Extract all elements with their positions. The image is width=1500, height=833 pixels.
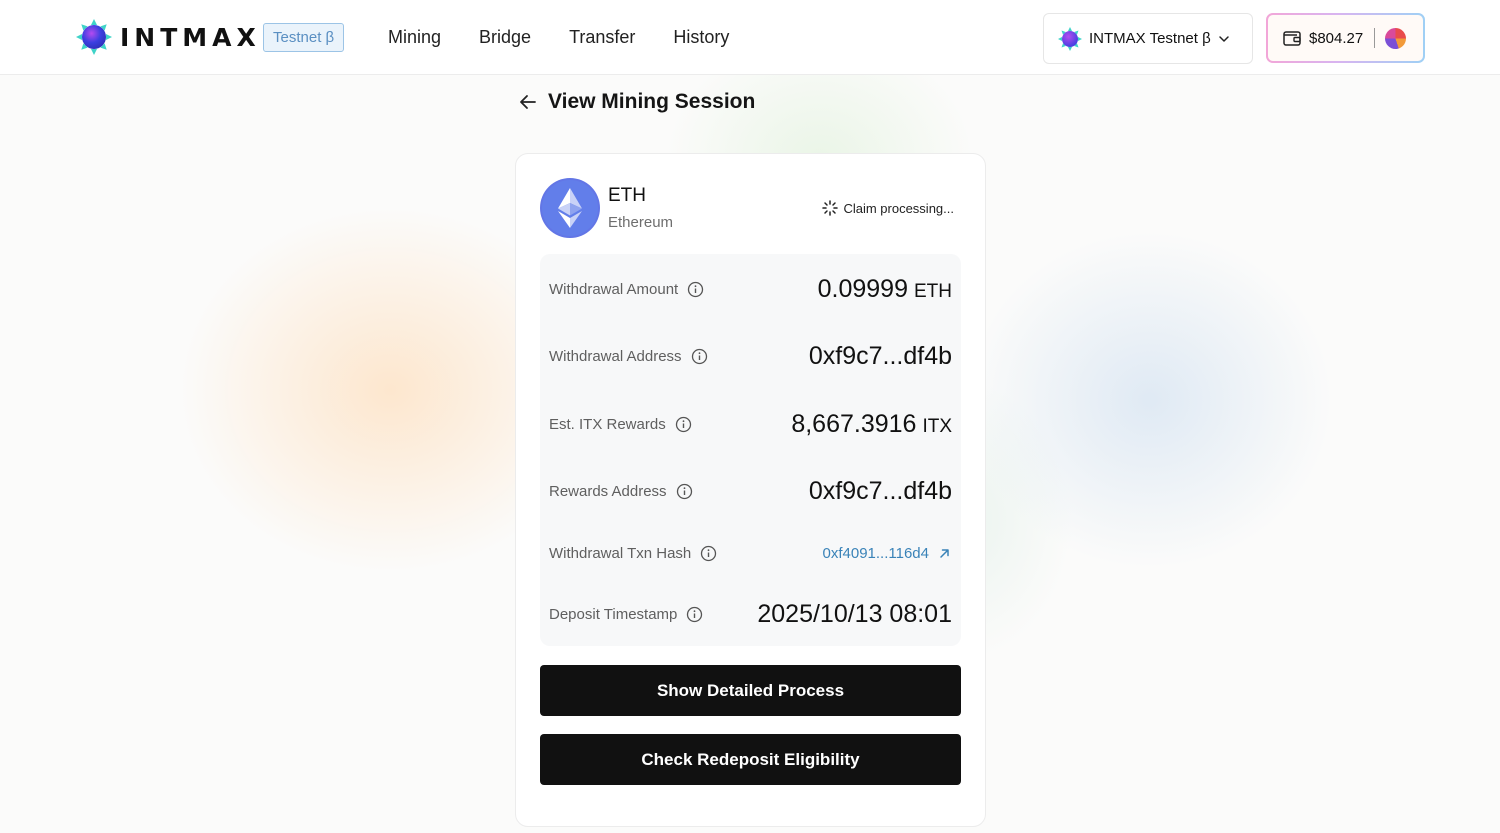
testnet-badge: Testnet β [263, 23, 345, 52]
info-icon[interactable] [675, 416, 692, 433]
row-withdrawal-amount: Withdrawal Amount 0.09999 ETH [549, 274, 952, 304]
wallet-button[interactable]: $804.27 [1266, 13, 1425, 63]
top-nav-bar: INTMAX Testnet β Mining Bridge Transfer … [0, 0, 1500, 75]
info-icon[interactable] [676, 483, 693, 500]
withdrawal-address-label-text: Withdrawal Address [549, 347, 682, 365]
withdrawal-amount-number: 0.09999 [817, 274, 908, 303]
show-detailed-process-button[interactable]: Show Detailed Process [540, 665, 961, 716]
est-rewards-number: 8,667.3916 [791, 409, 917, 438]
network-selector[interactable]: INTMAX Testnet β [1043, 13, 1253, 64]
intmax-network-icon [1058, 26, 1082, 51]
withdrawal-amount-label-text: Withdrawal Amount [549, 280, 679, 298]
est-rewards-label: Est. ITX Rewards [549, 416, 692, 433]
network-label: INTMAX Testnet β [1089, 30, 1211, 47]
nav-bridge[interactable]: Bridge [479, 27, 531, 48]
withdrawal-txn-hash-label-text: Withdrawal Txn Hash [549, 544, 692, 562]
wallet-divider [1374, 28, 1376, 48]
info-icon[interactable] [691, 348, 708, 365]
wallet-balance: $804.27 [1309, 29, 1364, 47]
row-withdrawal-address: Withdrawal Address 0xf9c7...df4b [549, 341, 952, 371]
deposit-timestamp-label: Deposit Timestamp [549, 606, 703, 623]
token-info: ETH Ethereum [608, 185, 673, 231]
deposit-timestamp-value: 2025/10/13 08:01 [757, 599, 952, 628]
session-details: Withdrawal Amount 0.09999 ETH Withdrawal… [540, 254, 961, 646]
wallet-button-inner: $804.27 [1268, 15, 1423, 61]
row-deposit-timestamp: Deposit Timestamp 2025/10/13 08:01 [549, 599, 952, 629]
row-est-rewards: Est. ITX Rewards 8,667.3916 ITX [549, 409, 952, 439]
nav-history[interactable]: History [673, 27, 729, 48]
nav-transfer[interactable]: Transfer [569, 27, 635, 48]
main-nav: Mining Bridge Transfer History [388, 27, 767, 48]
check-redeposit-eligibility-button[interactable]: Check Redeposit Eligibility [540, 734, 961, 785]
withdrawal-txn-hash-label: Withdrawal Txn Hash [549, 545, 717, 562]
chevron-down-icon [1218, 35, 1229, 42]
row-rewards-address: Rewards Address 0xf9c7...df4b [549, 476, 952, 506]
wallet-icon [1283, 31, 1301, 46]
withdrawal-txn-hash-value: 0xf4091...116d4 [822, 544, 929, 562]
intmax-logo-icon [76, 19, 112, 55]
withdrawal-amount-label: Withdrawal Amount [549, 281, 704, 298]
rewards-address-label-text: Rewards Address [549, 482, 667, 500]
withdrawal-address-value: 0xf9c7...df4b [808, 341, 952, 370]
mining-session-card: ETH Ethereum Claim processing... Withdra… [515, 153, 986, 827]
nav-mining[interactable]: Mining [388, 27, 441, 48]
est-rewards-value: 8,667.3916 ITX [791, 410, 952, 439]
ethereum-icon [540, 178, 600, 238]
withdrawal-address-label: Withdrawal Address [549, 348, 708, 365]
claim-status-text: Claim processing... [843, 200, 954, 216]
logo-wordmark: INTMAX [120, 22, 261, 52]
page-title: View Mining Session [548, 90, 756, 113]
account-avatar [1385, 27, 1407, 49]
token-header: ETH Ethereum [540, 178, 673, 238]
external-link-icon [940, 548, 949, 558]
arrow-left-icon[interactable] [518, 92, 538, 112]
page-header: View Mining Session [518, 90, 755, 114]
intmax-logo[interactable]: INTMAX [76, 19, 279, 55]
info-icon[interactable] [686, 606, 703, 623]
spinner-icon [822, 200, 839, 216]
info-icon[interactable] [700, 545, 717, 562]
withdrawal-amount-value: 0.09999 ETH [818, 275, 952, 304]
token-symbol: ETH [608, 185, 646, 206]
token-name: Ethereum [608, 214, 674, 231]
row-withdrawal-txn-hash: Withdrawal Txn Hash 0xf4091...116d4 [549, 538, 952, 568]
est-rewards-label-text: Est. ITX Rewards [549, 415, 666, 433]
info-icon[interactable] [687, 281, 704, 298]
rewards-address-value: 0xf9c7...df4b [808, 476, 952, 505]
claim-status: Claim processing... [822, 200, 954, 216]
deposit-timestamp-label-text: Deposit Timestamp [549, 605, 678, 623]
withdrawal-txn-hash-link[interactable]: 0xf4091...116d4 [823, 545, 952, 562]
rewards-address-label: Rewards Address [549, 483, 693, 500]
est-rewards-unit: ITX [922, 415, 952, 437]
withdrawal-amount-unit: ETH [914, 280, 952, 302]
